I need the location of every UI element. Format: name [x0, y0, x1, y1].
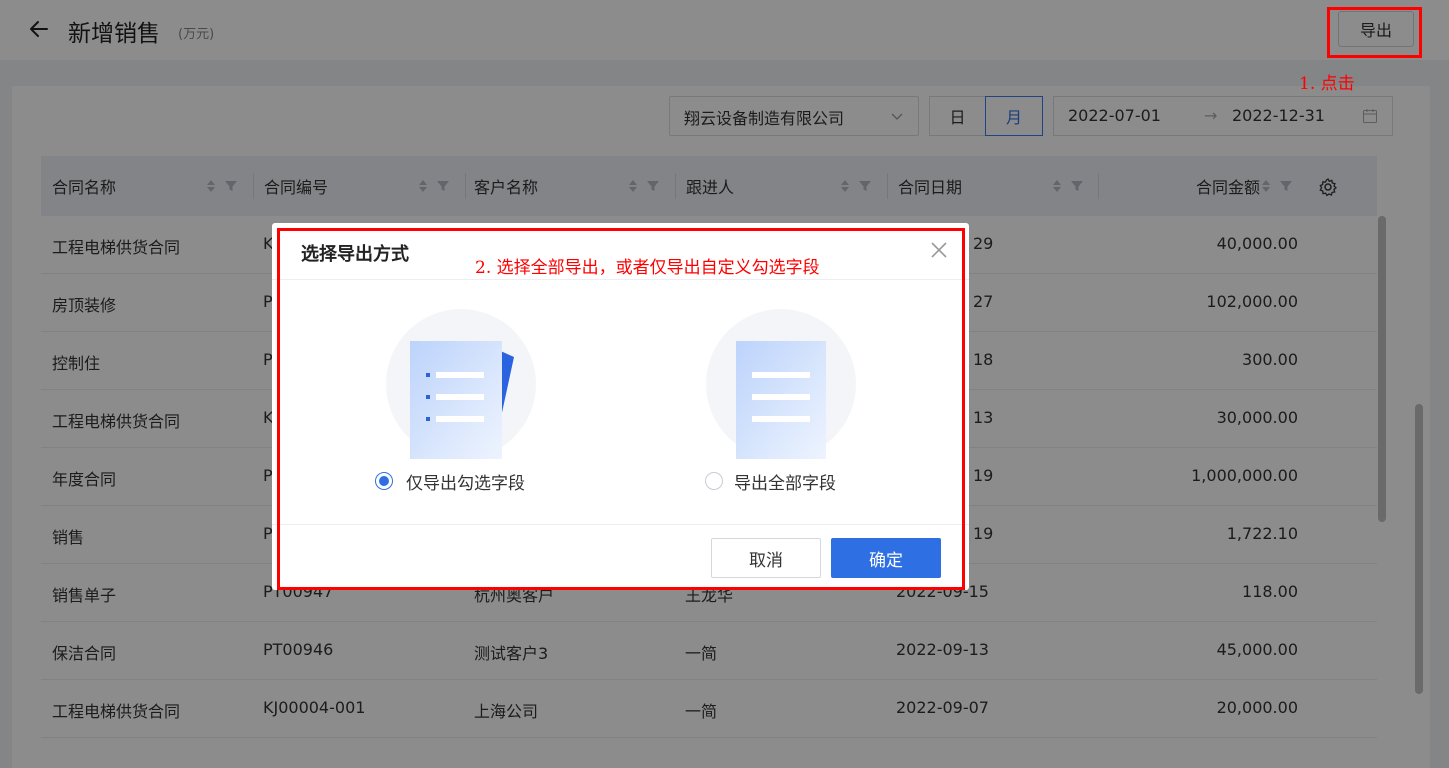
radio-selected-fields[interactable]: [375, 472, 393, 490]
export-option-all-fields[interactable]: 导出全部字段: [705, 309, 966, 509]
annotation-step1: 1. 点击: [1299, 74, 1355, 94]
document-icon: [706, 309, 856, 459]
annotation-step2: 2. 选择全部导出，或者仅导出自定义勾选字段: [475, 258, 820, 278]
option-label-selected-fields: 仅导出勾选字段: [406, 474, 525, 494]
cancel-button[interactable]: 取消: [711, 538, 821, 578]
export-option-selected-fields[interactable]: 仅导出勾选字段: [375, 309, 646, 509]
export-mode-dialog: 选择导出方式 2. 选择全部导出，或者仅导出自定义勾选字段 仅导出勾选字段 导出…: [272, 223, 969, 590]
dialog-header-divider: [272, 279, 969, 280]
radio-all-fields[interactable]: [705, 472, 723, 490]
checklist-document-icon: [386, 309, 536, 459]
dialog-footer-divider: [272, 524, 969, 525]
option-label-all-fields: 导出全部字段: [734, 474, 836, 494]
dialog-title: 选择导出方式: [301, 244, 409, 265]
close-icon[interactable]: [930, 241, 948, 259]
confirm-button[interactable]: 确定: [831, 538, 941, 578]
